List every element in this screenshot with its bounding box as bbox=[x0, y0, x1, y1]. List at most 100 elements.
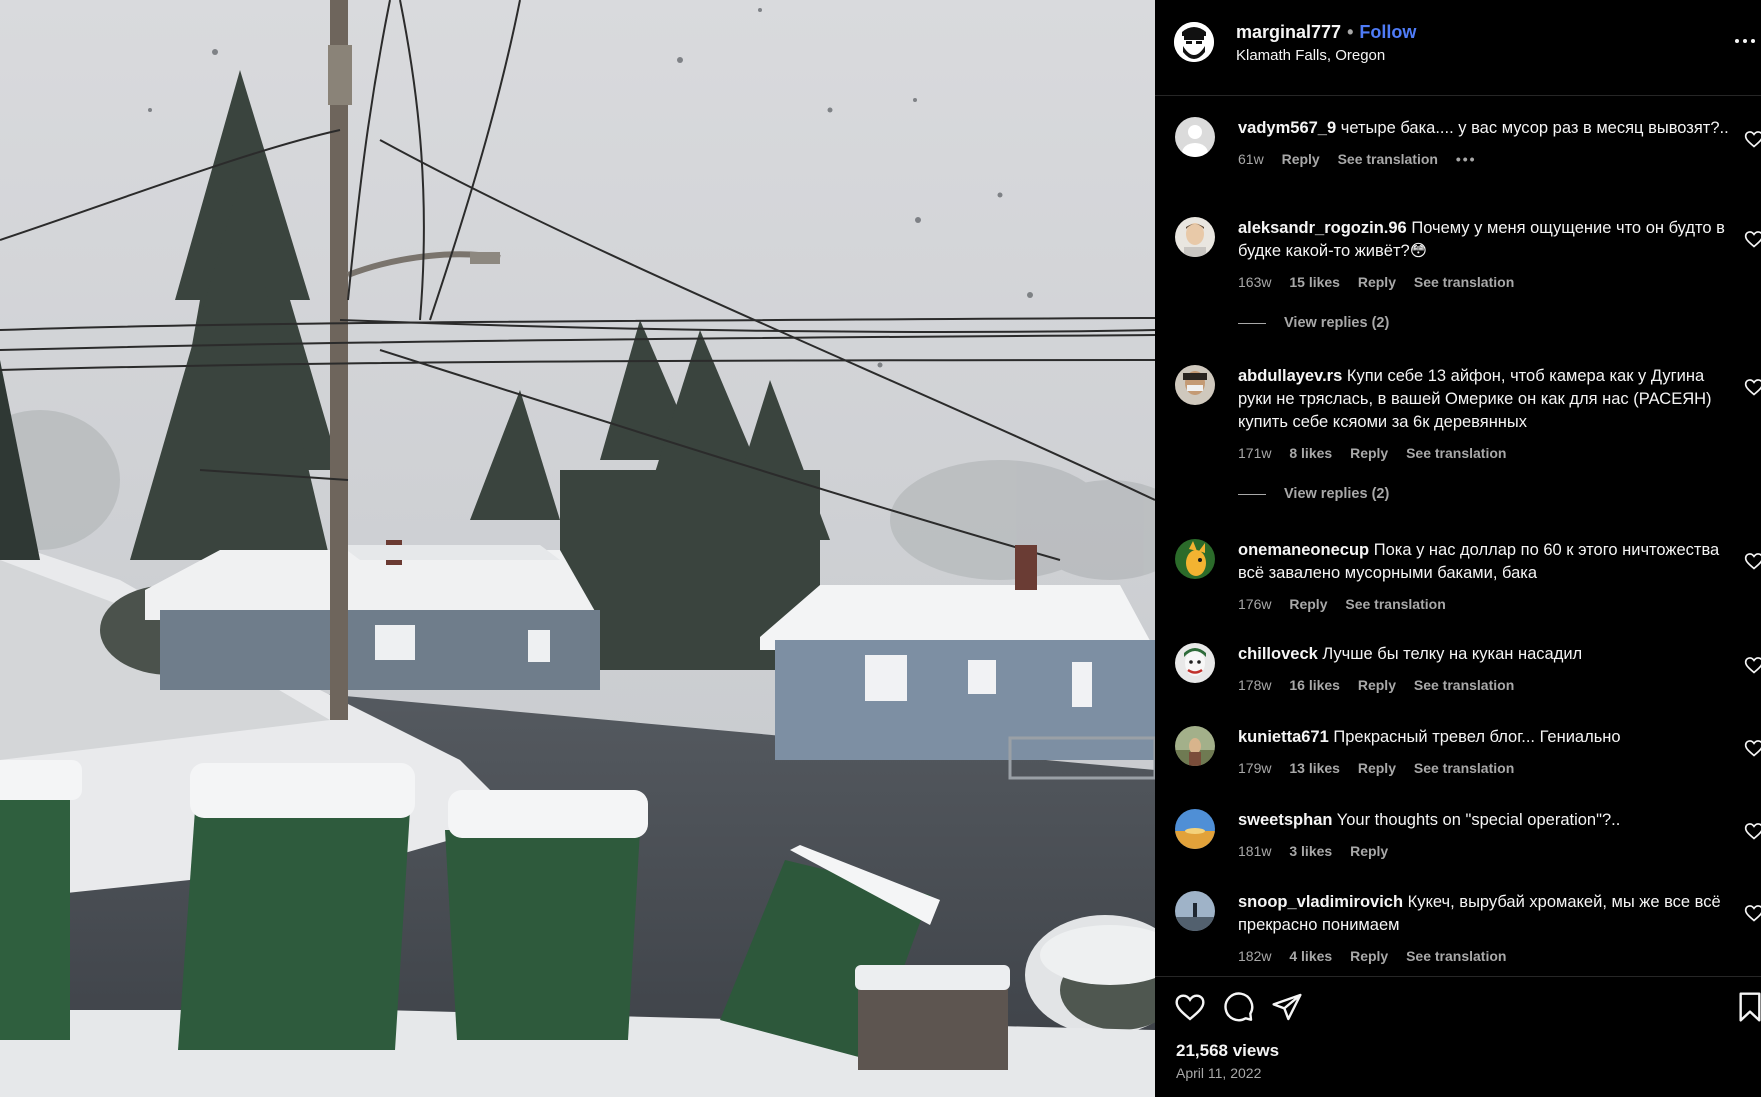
comment-body: abdullayev.rs Купи себе 13 айфон, чтоб к… bbox=[1238, 365, 1741, 465]
see-translation-button[interactable]: See translation bbox=[1406, 948, 1506, 964]
comment-time[interactable]: 61w bbox=[1238, 151, 1264, 167]
post-side-panel: marginal777 • Follow Klamath Falls, Oregon bbox=[1155, 0, 1761, 1097]
see-translation-button[interactable]: See translation bbox=[1414, 677, 1514, 693]
comment-username[interactable]: chilloveck bbox=[1238, 645, 1318, 663]
bookmark-icon[interactable] bbox=[1734, 991, 1761, 1023]
heart-icon[interactable] bbox=[1744, 903, 1761, 923]
comment-options-button[interactable]: ••• bbox=[1456, 151, 1477, 167]
user-photo-avatar-icon[interactable] bbox=[1175, 217, 1215, 257]
cartoon-avatar-icon[interactable] bbox=[1175, 539, 1215, 579]
heart-icon[interactable] bbox=[1744, 821, 1761, 841]
comments-list[interactable]: vadym567_9 четыре бака.... у вас мусор р… bbox=[1155, 96, 1761, 976]
user-photo-avatar-icon[interactable] bbox=[1175, 365, 1215, 405]
comment-meta: 181w 3 likes Reply bbox=[1238, 840, 1741, 863]
see-translation-button[interactable]: See translation bbox=[1338, 151, 1438, 167]
more-horizontal-icon[interactable] bbox=[1732, 28, 1758, 54]
comment-body: chilloveck Лучше бы телку на кукан насад… bbox=[1238, 643, 1741, 697]
reply-button[interactable]: Reply bbox=[1350, 948, 1388, 964]
reply-button[interactable]: Reply bbox=[1350, 843, 1388, 859]
view-replies-label: View replies (2) bbox=[1284, 315, 1390, 331]
comment-time[interactable]: 163w bbox=[1238, 274, 1271, 290]
comment-likes[interactable]: 15 likes bbox=[1289, 274, 1340, 290]
instagram-post-view: marginal777 • Follow Klamath Falls, Oregon bbox=[0, 0, 1761, 1097]
comment-body: kunietta671 Прекрасный тревел блог... Ге… bbox=[1238, 726, 1741, 780]
comment-text: Лучше бы телку на кукан насадил bbox=[1322, 645, 1583, 663]
comment-meta: 178w 16 likes Reply See translation bbox=[1238, 674, 1741, 697]
view-replies-button[interactable]: View replies (2) bbox=[1238, 315, 1389, 331]
comment-text: Your thoughts on "special operation"?.. bbox=[1336, 811, 1621, 829]
comment-username[interactable]: sweetsphan bbox=[1238, 811, 1332, 829]
post-video[interactable] bbox=[0, 0, 1155, 1097]
comment-bubble-icon[interactable] bbox=[1223, 991, 1255, 1023]
separator-dot: • bbox=[1347, 22, 1354, 42]
view-replies-label: View replies (2) bbox=[1284, 486, 1390, 502]
reply-button[interactable]: Reply bbox=[1282, 151, 1320, 167]
comment-body: onemaneonecup Пока у нас доллар по 60 к … bbox=[1238, 539, 1741, 616]
comment-body: sweetsphan Your thoughts on "special ope… bbox=[1238, 809, 1741, 863]
heart-icon[interactable] bbox=[1744, 738, 1761, 758]
comment-text: Прекрасный тревел блог... Гениально bbox=[1333, 728, 1621, 746]
heart-icon[interactable] bbox=[1744, 655, 1761, 675]
comment-body: vadym567_9 четыре бака.... у вас мусор р… bbox=[1238, 117, 1741, 171]
comment-time[interactable]: 178w bbox=[1238, 677, 1271, 693]
replies-divider bbox=[1238, 322, 1266, 324]
reply-button[interactable]: Reply bbox=[1289, 596, 1327, 612]
comment-meta: 163w 15 likes Reply See translation bbox=[1238, 271, 1741, 294]
post-action-bar: 21,568 views April 11, 2022 bbox=[1155, 976, 1761, 1097]
reply-button[interactable]: Reply bbox=[1358, 274, 1396, 290]
heart-icon[interactable] bbox=[1174, 991, 1206, 1023]
comment-username[interactable]: snoop_vladimirovich bbox=[1238, 893, 1403, 911]
comment-username[interactable]: abdullayev.rs bbox=[1238, 367, 1342, 385]
see-translation-button[interactable]: See translation bbox=[1414, 274, 1514, 290]
reply-button[interactable]: Reply bbox=[1350, 445, 1388, 461]
heart-icon[interactable] bbox=[1744, 551, 1761, 571]
sky-avatar-icon[interactable] bbox=[1175, 809, 1215, 849]
comment-time[interactable]: 179w bbox=[1238, 760, 1271, 776]
comment-time[interactable]: 182w bbox=[1238, 948, 1271, 964]
see-translation-button[interactable]: See translation bbox=[1414, 760, 1514, 776]
paper-plane-icon[interactable] bbox=[1271, 991, 1303, 1023]
comment-likes[interactable]: 16 likes bbox=[1289, 677, 1340, 693]
reply-button[interactable]: Reply bbox=[1358, 760, 1396, 776]
snowy-street-scene bbox=[0, 0, 1155, 1097]
comment-likes[interactable]: 8 likes bbox=[1289, 445, 1332, 461]
comment-username[interactable]: onemaneonecup bbox=[1238, 541, 1369, 559]
comment-meta: 182w 4 likes Reply See translation bbox=[1238, 945, 1741, 968]
comment-meta: 61w Reply See translation ••• bbox=[1238, 148, 1741, 171]
views-count[interactable]: 21,568 views bbox=[1176, 1041, 1279, 1061]
comment-meta: 176w Reply See translation bbox=[1238, 593, 1741, 616]
reply-button[interactable]: Reply bbox=[1358, 677, 1396, 693]
heart-icon[interactable] bbox=[1744, 229, 1761, 249]
owner-username[interactable]: marginal777 bbox=[1236, 22, 1341, 42]
comment-body: aleksandr_rogozin.96 Почему у меня ощуще… bbox=[1238, 217, 1741, 294]
replies-divider bbox=[1238, 493, 1266, 495]
default-avatar-icon[interactable] bbox=[1175, 117, 1215, 157]
post-header: marginal777 • Follow Klamath Falls, Oregon bbox=[1155, 0, 1761, 96]
owner-line: marginal777 • Follow bbox=[1236, 22, 1416, 43]
comment-body: snoop_vladimirovich Кукеч, вырубай хрома… bbox=[1238, 891, 1741, 968]
landscape-avatar-icon[interactable] bbox=[1175, 891, 1215, 931]
comment-likes[interactable]: 13 likes bbox=[1289, 760, 1340, 776]
comment-time[interactable]: 171w bbox=[1238, 445, 1271, 461]
joker-avatar-icon[interactable] bbox=[1175, 643, 1215, 683]
comment-likes[interactable]: 3 likes bbox=[1289, 843, 1332, 859]
see-translation-button[interactable]: See translation bbox=[1406, 445, 1506, 461]
comment-time[interactable]: 181w bbox=[1238, 843, 1271, 859]
comment-meta: 179w 13 likes Reply See translation bbox=[1238, 757, 1741, 780]
heart-icon[interactable] bbox=[1744, 377, 1761, 397]
comment-text: четыре бака.... у вас мусор раз в месяц … bbox=[1340, 119, 1729, 137]
outdoor-avatar-icon[interactable] bbox=[1175, 726, 1215, 766]
view-replies-button[interactable]: View replies (2) bbox=[1238, 486, 1389, 502]
follow-button[interactable]: Follow bbox=[1359, 22, 1416, 42]
comment-username[interactable]: aleksandr_rogozin.96 bbox=[1238, 219, 1407, 237]
bearded-face-avatar-icon[interactable] bbox=[1174, 22, 1214, 62]
comment-username[interactable]: kunietta671 bbox=[1238, 728, 1329, 746]
comment-likes[interactable]: 4 likes bbox=[1289, 948, 1332, 964]
comment-meta: 171w 8 likes Reply See translation bbox=[1238, 442, 1741, 465]
post-location[interactable]: Klamath Falls, Oregon bbox=[1236, 47, 1385, 64]
comment-username[interactable]: vadym567_9 bbox=[1238, 119, 1336, 137]
comment-time[interactable]: 176w bbox=[1238, 596, 1271, 612]
heart-icon[interactable] bbox=[1744, 129, 1761, 149]
post-date[interactable]: April 11, 2022 bbox=[1176, 1065, 1261, 1081]
see-translation-button[interactable]: See translation bbox=[1345, 596, 1445, 612]
